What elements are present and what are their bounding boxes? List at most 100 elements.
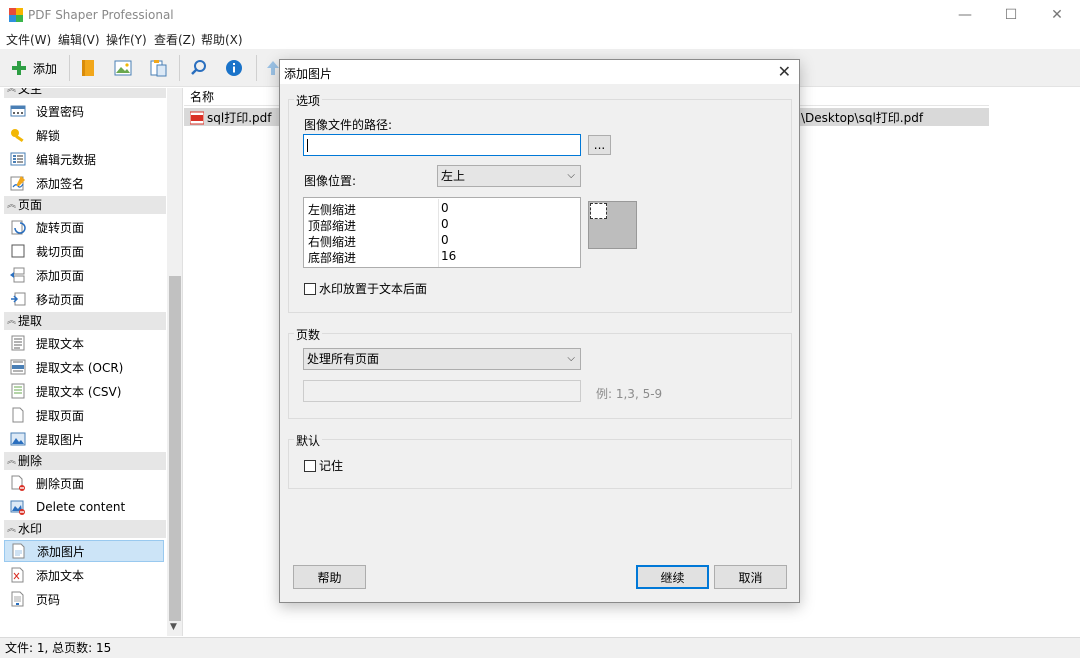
rotate-page-icon xyxy=(11,220,26,235)
image-position-label: 图像位置: xyxy=(304,174,357,188)
sidebar-item-set-password[interactable]: 设置密码 xyxy=(4,100,164,122)
image-icon xyxy=(10,432,26,446)
arrow-up-icon xyxy=(267,61,279,75)
help-button[interactable]: 帮助 xyxy=(293,565,366,589)
add-page-icon xyxy=(10,267,25,283)
toolbar-divider xyxy=(179,55,180,81)
title-bar: PDF Shaper Professional — ☐ ✕ xyxy=(0,0,1080,30)
indent-table[interactable]: 左侧缩进 0 顶部缩进 0 右侧缩进 0 底部缩进 16 xyxy=(303,197,581,268)
chevron-down-icon: ⌵ xyxy=(567,170,575,181)
table-row[interactable]: 左侧缩进 0 xyxy=(308,201,578,217)
menu-help[interactable]: 帮助(X) xyxy=(201,31,243,48)
sidebar-item-page-numbers[interactable]: 页码 xyxy=(4,588,164,610)
key-icon xyxy=(11,129,24,143)
page-range-hint: 例: 1,3, 5-9 xyxy=(596,387,663,401)
info-icon xyxy=(226,60,242,76)
sidebar-item-extract-text-ocr[interactable]: 提取文本 (OCR) xyxy=(4,356,164,378)
move-up-button[interactable] xyxy=(266,55,280,81)
image-button[interactable] xyxy=(114,55,132,81)
minimize-button[interactable]: — xyxy=(942,0,988,30)
status-bar: 文件: 1, 总页数: 15 xyxy=(0,637,1080,658)
signature-icon xyxy=(10,176,25,191)
chevron-collapse-icon: ︽ xyxy=(7,88,17,94)
sidebar-item-extract-images[interactable]: 提取图片 xyxy=(4,428,164,450)
sidebar-item-rotate-pages[interactable]: 旋转页面 xyxy=(4,216,164,238)
table-row[interactable]: 右侧缩进 0 xyxy=(308,233,578,249)
search-button[interactable] xyxy=(190,55,208,81)
close-button[interactable]: ✕ xyxy=(1034,0,1080,30)
pages-select[interactable]: 处理所有页面 ⌵ xyxy=(303,348,581,370)
page-range-input[interactable] xyxy=(303,380,581,402)
sidebar-item-move-pages[interactable]: 移动页面 xyxy=(4,288,164,310)
file-name: sql打印.pdf xyxy=(207,111,272,125)
browse-button[interactable]: ... xyxy=(588,135,611,155)
menu-file[interactable]: 文件(W) xyxy=(6,31,51,48)
table-row[interactable]: 底部缩进 16 xyxy=(308,249,578,265)
sidebar-group-extract[interactable]: ︽ 提取 xyxy=(4,312,166,330)
table-row[interactable]: 顶部缩进 0 xyxy=(308,217,578,233)
menu-action[interactable]: 操作(Y) xyxy=(106,31,147,48)
sidebar-item-delete-pages[interactable]: 删除页面 xyxy=(4,472,164,494)
sidebar-item-delete-content[interactable]: Delete content xyxy=(4,496,164,518)
sidebar-item-edit-metadata[interactable]: 编辑元数据 xyxy=(4,148,164,170)
watermark-text-icon xyxy=(11,567,24,583)
bookmark-icon xyxy=(82,60,94,76)
bookmark-button[interactable] xyxy=(80,55,96,81)
chevron-down-icon: ⌵ xyxy=(567,353,575,364)
sidebar-group-pages[interactable]: ︽ 页面 xyxy=(4,196,166,214)
chevron-collapse-icon: ︽ xyxy=(7,316,17,326)
sidebar-item-add-image[interactable]: 添加图片 xyxy=(4,540,164,562)
sidebar-scrollbar-thumb[interactable] xyxy=(169,276,181,621)
page-icon xyxy=(12,407,24,423)
image-position-select[interactable]: 左上 ⌵ xyxy=(437,165,581,187)
sidebar-group-delete[interactable]: ︽ 删除 xyxy=(4,452,166,470)
continue-button[interactable]: 继续 xyxy=(636,565,709,589)
file-path: \Desktop\sql打印.pdf xyxy=(801,111,924,125)
add-button[interactable]: 添加 xyxy=(10,55,57,81)
dialog-title-bar: 添加图片 ✕ xyxy=(280,60,799,84)
clipboard-button[interactable] xyxy=(149,55,167,81)
chevron-collapse-icon: ︽ xyxy=(7,524,17,534)
behind-text-checkbox[interactable]: 水印放置于文本后面 xyxy=(304,280,427,297)
sidebar-item-add-pages[interactable]: 添加页面 xyxy=(4,264,164,286)
metadata-icon xyxy=(10,152,26,166)
sidebar-item-crop-pages[interactable]: 裁切页面 xyxy=(4,240,164,262)
app-logo-icon xyxy=(9,8,23,22)
sidebar-item-extract-pages[interactable]: 提取页面 xyxy=(4,404,164,426)
pdf-file-icon xyxy=(190,111,204,124)
sidebar-item-unlock[interactable]: 解锁 xyxy=(4,124,164,146)
image-path-label: 图像文件的路径: xyxy=(304,118,393,132)
sidebar-item-add-text[interactable]: 添加文本 xyxy=(4,564,164,586)
image-path-input[interactable] xyxy=(303,134,581,156)
info-button[interactable] xyxy=(225,55,243,81)
status-text: 文件: 1, 总页数: 15 xyxy=(5,641,112,655)
sidebar-group-watermark[interactable]: ︽ 水印 xyxy=(4,520,166,538)
search-icon xyxy=(191,60,206,75)
watermark-image-icon xyxy=(12,543,25,559)
sidebar-item-extract-text-csv[interactable]: 提取文本 (CSV) xyxy=(4,380,164,402)
cancel-button[interactable]: 取消 xyxy=(714,565,787,589)
toolbar-divider xyxy=(256,55,257,81)
scroll-down-icon[interactable]: ▼ xyxy=(170,622,177,632)
checkbox-box[interactable] xyxy=(304,459,316,472)
sidebar-item-extract-text[interactable]: 提取文本 xyxy=(4,332,164,354)
clipboard-icon xyxy=(150,60,167,77)
dialog-close-button[interactable]: ✕ xyxy=(778,62,791,81)
checkbox-box[interactable] xyxy=(304,282,316,295)
remember-checkbox[interactable]: 记住 xyxy=(304,457,343,474)
defaults-group xyxy=(288,439,792,489)
menu-edit[interactable]: 编辑(V) xyxy=(58,31,100,48)
menu-view[interactable]: 查看(Z) xyxy=(154,31,196,48)
sidebar-group-security[interactable]: ︽ 文主 xyxy=(4,88,166,98)
sidebar: ︽ 文主 设置密码 解锁 编辑元数据 添加签名 ︽ 页面 旋转页面 裁切页面 添… xyxy=(0,88,183,636)
delete-page-icon xyxy=(11,475,25,491)
delete-content-icon xyxy=(10,500,25,515)
page-number-icon xyxy=(11,591,24,607)
ocr-icon xyxy=(10,359,26,375)
plus-icon xyxy=(12,61,26,75)
maximize-button[interactable]: ☐ xyxy=(988,0,1034,30)
add-image-dialog: 添加图片 ✕ 选项 图像文件的路径: ... 图像位置: 左上 ⌵ 左侧缩进 0… xyxy=(279,59,800,603)
password-icon xyxy=(10,105,26,117)
text-caret xyxy=(307,139,308,152)
sidebar-item-add-signature[interactable]: 添加签名 xyxy=(4,172,164,194)
